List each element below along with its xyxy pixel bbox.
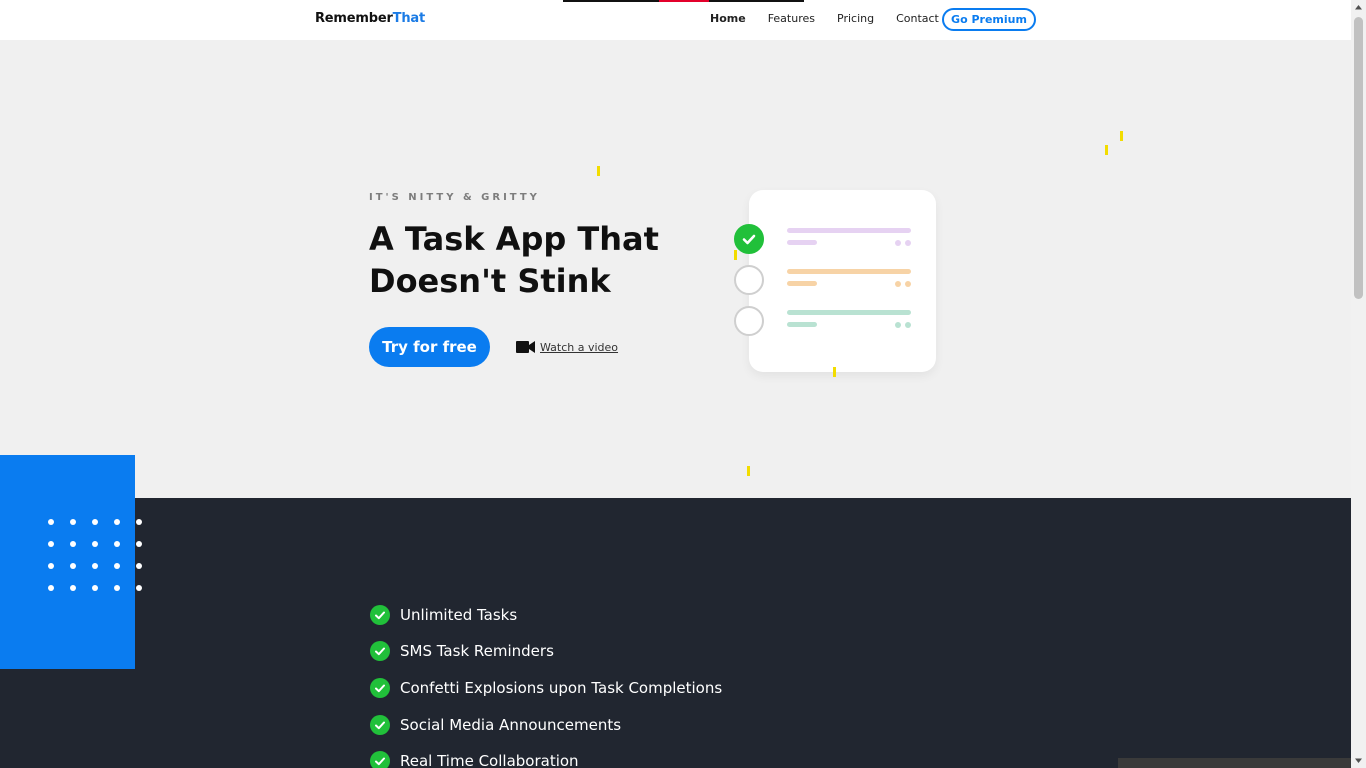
- grid-dot: [70, 541, 76, 547]
- grid-dot: [114, 541, 120, 547]
- feature-item: SMS Task Reminders: [370, 641, 870, 661]
- logo-main: Remember: [315, 11, 393, 26]
- task-row: [734, 265, 936, 295]
- scroll-up-arrow-icon[interactable]: [1351, 0, 1366, 15]
- progress-accent: [659, 0, 709, 2]
- page-scrollbar[interactable]: [1351, 0, 1366, 768]
- feature-label: Confetti Explosions upon Task Completion…: [400, 679, 723, 697]
- confetti-piece: [1120, 131, 1123, 141]
- feature-label: Real Time Collaboration: [400, 752, 579, 768]
- grid-dot: [114, 519, 120, 525]
- task-line: [787, 269, 911, 274]
- confetti-piece: [734, 250, 737, 260]
- feature-item: Real Time Collaboration: [370, 751, 870, 768]
- grid-dot: [70, 585, 76, 591]
- grid-dot: [92, 563, 98, 569]
- task-dot: [895, 240, 901, 246]
- grid-dot: [48, 563, 54, 569]
- check-icon: [370, 605, 390, 625]
- grid-dot: [48, 519, 54, 525]
- task-dot: [905, 281, 911, 287]
- task-dot: [895, 322, 901, 328]
- grid-dot: [136, 585, 142, 591]
- empty-check-circle-icon: [734, 306, 764, 336]
- watch-video-label: Watch a video: [540, 341, 619, 354]
- feature-item: Unlimited Tasks: [370, 605, 870, 625]
- grid-dot: [48, 541, 54, 547]
- grid-dot: [70, 563, 76, 569]
- task-line-short: [787, 322, 817, 327]
- scroll-thumb[interactable]: [1354, 17, 1363, 299]
- decorative-dot-grid: [48, 519, 148, 594]
- feature-item: Social Media Announcements: [370, 715, 870, 735]
- page: RememberThat Home Features Pricing Conta…: [0, 0, 1351, 768]
- check-icon: [370, 678, 390, 698]
- feature-label: Social Media Announcements: [400, 716, 622, 734]
- check-icon: [370, 751, 390, 768]
- logo-accent: That: [392, 11, 426, 26]
- confetti-piece: [833, 367, 836, 377]
- top-progress-bar: [563, 0, 804, 2]
- feature-item: Confetti Explosions upon Task Completion…: [370, 678, 870, 698]
- task-line-short: [787, 240, 817, 245]
- feature-label: Unlimited Tasks: [400, 606, 518, 624]
- task-row: [734, 306, 936, 336]
- hero-eyebrow: IT'S NITTY & GRITTY: [369, 192, 540, 203]
- feature-label: SMS Task Reminders: [400, 642, 554, 660]
- confetti-piece: [597, 166, 600, 176]
- watch-video-link[interactable]: Watch a video: [516, 338, 618, 357]
- check-icon: [370, 715, 390, 735]
- nav-link-pricing[interactable]: Pricing: [837, 12, 874, 25]
- logo[interactable]: RememberThat: [315, 11, 425, 26]
- nav-link-home[interactable]: Home: [710, 12, 746, 25]
- nav-links: Home Features Pricing Contact: [710, 12, 961, 25]
- scroll-down-arrow-icon[interactable]: [1351, 753, 1366, 768]
- task-line: [787, 228, 911, 233]
- hero-headline: A Task App That Doesn't Stink: [369, 220, 659, 300]
- confetti-piece: [1105, 145, 1108, 155]
- task-dot: [905, 322, 911, 328]
- task-card-illustration: [734, 190, 936, 372]
- grid-dot: [114, 563, 120, 569]
- completed-check-icon: [734, 224, 764, 254]
- nav-link-features[interactable]: Features: [768, 12, 815, 25]
- video-camera-icon: [516, 338, 535, 357]
- empty-check-circle-icon: [734, 265, 764, 295]
- task-dot: [905, 240, 911, 246]
- grid-dot: [92, 585, 98, 591]
- nav-link-contact[interactable]: Contact: [896, 12, 939, 25]
- task-row: [734, 224, 936, 254]
- grid-dot: [136, 563, 142, 569]
- grid-dot: [70, 519, 76, 525]
- grid-dot: [136, 541, 142, 547]
- grid-dot: [92, 541, 98, 547]
- grid-dot: [136, 519, 142, 525]
- try-for-free-button[interactable]: Try for free: [369, 327, 490, 367]
- check-icon: [370, 641, 390, 661]
- grid-dot: [114, 585, 120, 591]
- grid-dot: [92, 519, 98, 525]
- task-dot: [895, 281, 901, 287]
- navbar: RememberThat Home Features Pricing Conta…: [0, 0, 1351, 40]
- go-premium-button[interactable]: Go Premium: [942, 8, 1036, 31]
- grid-dot: [48, 585, 54, 591]
- confetti-piece: [747, 466, 750, 476]
- video-thumbnail[interactable]: [1118, 758, 1351, 768]
- task-line: [787, 310, 911, 315]
- task-line-short: [787, 281, 817, 286]
